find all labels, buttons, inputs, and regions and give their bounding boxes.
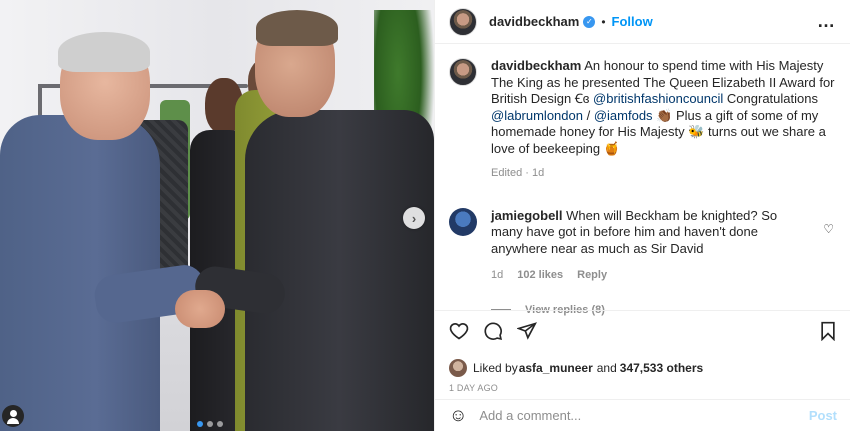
- post-button[interactable]: Post: [809, 408, 837, 423]
- bookmark-icon[interactable]: [819, 321, 837, 345]
- likes-prefix: Liked by: [473, 361, 518, 375]
- comment: jamiegobell When will Beckham be knighte…: [449, 207, 836, 284]
- likes-mid: and: [596, 361, 617, 375]
- caption: davidbeckham An honour to spend time wit…: [449, 58, 836, 182]
- comment-actions: 1d 102 likes Reply: [491, 267, 812, 284]
- add-comment-bar: ☺ Post: [435, 399, 850, 431]
- beckham-figure: [245, 110, 434, 431]
- mention-link[interactable]: @labrumlondon: [491, 108, 583, 123]
- carousel-dot: [207, 421, 213, 427]
- mention-link[interactable]: @britishfashioncouncil: [593, 91, 723, 106]
- heart-icon[interactable]: ♡: [823, 222, 834, 236]
- caption-time[interactable]: 1d: [532, 167, 544, 179]
- likes-summary: Liked by asfa_muneer and 347,533 others: [449, 359, 837, 377]
- post-actions: Liked by asfa_muneer and 347,533 others …: [435, 310, 850, 393]
- carousel-dot: [217, 421, 223, 427]
- comment-username[interactable]: jamiegobell: [491, 208, 563, 223]
- action-icons: [449, 319, 837, 347]
- handshake: [175, 290, 225, 328]
- carousel-dot: [197, 421, 203, 427]
- king-hair: [58, 32, 150, 72]
- tagged-users-button[interactable]: [2, 405, 24, 427]
- caption-text: /: [582, 107, 594, 123]
- reply-button[interactable]: Reply: [577, 267, 607, 284]
- comment-icon[interactable]: [483, 321, 503, 345]
- beckham-hair: [256, 10, 338, 46]
- follow-button[interactable]: Follow: [612, 14, 653, 29]
- post-side-panel: davidbeckham ✓ • Follow … davidbeckham A…: [434, 0, 850, 431]
- mention-link[interactable]: @iamfods: [594, 108, 653, 123]
- likes-count[interactable]: 347,533 others: [620, 361, 703, 375]
- meta-dot: ·: [522, 167, 532, 179]
- header-username[interactable]: davidbeckham: [489, 14, 579, 29]
- emoji-icon[interactable]: ☺: [449, 405, 467, 426]
- comment-likes[interactable]: 102 likes: [517, 267, 563, 284]
- avatar[interactable]: [449, 207, 477, 236]
- comment-time[interactable]: 1d: [491, 267, 503, 284]
- caption-glyph: Ꞓɞ: [574, 91, 590, 106]
- instagram-post-modal: › davidbeckham ✓ • Follow … davidbeckham…: [0, 0, 850, 431]
- edited-label: Edited: [491, 167, 523, 179]
- avatar[interactable]: [449, 7, 477, 36]
- caption-text: Congratulations: [723, 91, 818, 106]
- post-header: davidbeckham ✓ • Follow …: [435, 0, 850, 44]
- chevron-right-icon: ›: [411, 210, 417, 226]
- more-options-icon[interactable]: …: [817, 11, 836, 32]
- verified-badge-icon: ✓: [583, 15, 596, 28]
- avatar[interactable]: [449, 58, 477, 86]
- avatar[interactable]: [449, 359, 467, 377]
- separator-dot: •: [601, 14, 606, 29]
- next-photo-button[interactable]: ›: [403, 207, 425, 229]
- liked-by-user[interactable]: asfa_muneer: [519, 361, 593, 375]
- post-photo[interactable]: ›: [0, 0, 434, 431]
- carousel-dots: [197, 421, 223, 427]
- share-icon[interactable]: [516, 321, 538, 345]
- heart-icon[interactable]: [449, 321, 469, 345]
- comments-area: davidbeckham An honour to spend time wit…: [435, 44, 850, 316]
- posted-time[interactable]: 1 DAY AGO: [449, 383, 837, 393]
- caption-meta: Edited · 1d: [491, 165, 836, 182]
- caption-username[interactable]: davidbeckham: [491, 58, 581, 73]
- comment-input[interactable]: [479, 408, 809, 423]
